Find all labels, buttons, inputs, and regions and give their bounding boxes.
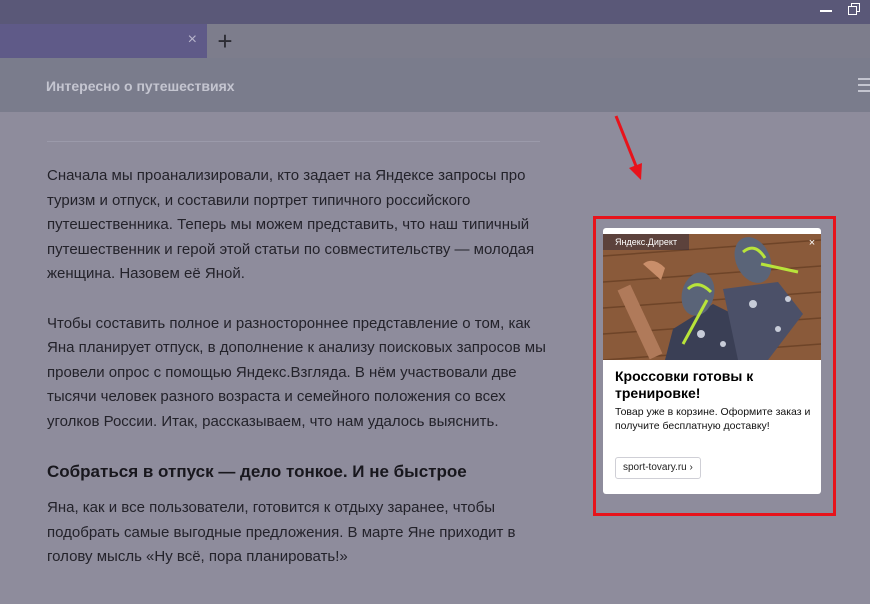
hamburger-menu-icon[interactable] [858, 78, 870, 92]
ad-link-button[interactable]: sport-tovary.ru › [615, 457, 701, 479]
close-tab-icon[interactable]: × [188, 32, 197, 48]
restore-icon[interactable] [848, 3, 860, 15]
active-tab[interactable]: × [0, 24, 207, 58]
ad-block[interactable]: Яндекс.Директ × Кроссовки готовы к трени… [603, 228, 821, 494]
new-tab-button[interactable]: + [214, 28, 236, 54]
site-title[interactable]: Интересно о путешествиях [46, 78, 235, 94]
minimize-icon[interactable] [820, 10, 832, 12]
divider [47, 141, 540, 142]
article-paragraph: Чтобы составить полное и разностороннее … [47, 314, 546, 430]
yandex-direct-badge[interactable]: Яндекс.Директ [603, 234, 690, 250]
site-header: Интересно о путешествиях [0, 58, 870, 112]
article-heading: Собраться в отпуск — дело тонкое. И не б… [47, 462, 467, 481]
sneakers-photo[interactable] [603, 234, 821, 360]
article-paragraph: Сначала мы проанализировали, кто задает … [47, 167, 535, 282]
window-titlebar [0, 0, 870, 24]
tab-bar: × + [0, 24, 870, 58]
article-body: Сначала мы проанализировали, кто задает … [47, 164, 547, 595]
ad-title[interactable]: Кроссовки готовы к тренировке! [615, 368, 815, 402]
article-paragraph: Яна, как и все пользователи, готовится к… [47, 499, 516, 565]
red-arrow-icon [614, 115, 642, 180]
close-ad-icon[interactable]: × [805, 236, 819, 250]
ad-description: Товар уже в корзине. Оформите заказ и по… [615, 406, 811, 432]
